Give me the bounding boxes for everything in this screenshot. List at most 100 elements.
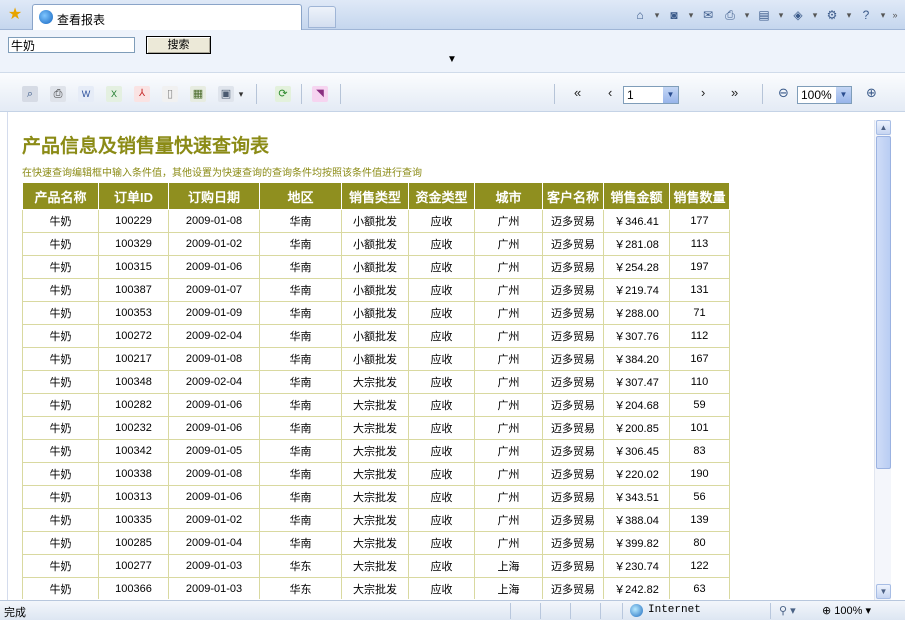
rss-icon[interactable]: ◥ bbox=[312, 86, 328, 102]
column-header[interactable]: 产品名称 bbox=[22, 182, 99, 210]
collapse-arrow-icon[interactable]: ▼ bbox=[447, 55, 457, 65]
table-row: 牛奶 100387 2009-01-07 华南 小额批发 应收 广州 迈多贸易 ￥219.74 1… bbox=[22, 278, 730, 302]
first-page-button[interactable]: « bbox=[574, 85, 581, 101]
export-word-icon[interactable]: W bbox=[78, 86, 94, 102]
scroll-up-icon[interactable]: ▲ bbox=[876, 120, 891, 135]
table-cell: 100277 bbox=[98, 554, 169, 578]
table-cell: ￥204.68 bbox=[603, 393, 670, 417]
security-zone: Internet bbox=[648, 604, 701, 616]
table-cell: 190 bbox=[669, 462, 730, 486]
status-zoom-level[interactable]: ⊕ 100% ▾ bbox=[822, 604, 871, 617]
print-dropdown-icon[interactable]: ▾ bbox=[743, 10, 751, 21]
zoom-out-icon[interactable]: ⊖ bbox=[778, 85, 789, 101]
scroll-down-icon[interactable]: ▼ bbox=[876, 584, 891, 599]
table-cell: 应收 bbox=[408, 577, 475, 599]
tools-dropdown-icon[interactable]: ▾ bbox=[845, 10, 853, 21]
print-report-icon[interactable]: ⎙ bbox=[50, 86, 66, 102]
table-cell: 101 bbox=[669, 416, 730, 440]
column-header[interactable]: 地区 bbox=[259, 182, 342, 210]
vertical-scrollbar[interactable]: ▲ ▼ bbox=[874, 120, 891, 600]
export-menu-icon[interactable]: ▣ bbox=[218, 86, 234, 102]
column-header[interactable]: 销售类型 bbox=[341, 182, 409, 210]
scroll-thumb[interactable] bbox=[876, 136, 891, 469]
table-cell: 广州 bbox=[474, 347, 543, 371]
prev-page-button[interactable]: ‹ bbox=[608, 85, 612, 101]
table-row: 牛奶 100338 2009-01-08 华南 大宗批发 应收 广州 迈多贸易 ￥220.02 1… bbox=[22, 462, 730, 486]
search-button[interactable]: 搜索 bbox=[146, 36, 211, 54]
page-number-select[interactable]: 1 ▼ bbox=[623, 86, 679, 104]
safety-icon[interactable]: ◈ bbox=[789, 7, 807, 23]
next-page-button[interactable]: › bbox=[701, 85, 705, 101]
table-cell: 大宗批发 bbox=[341, 370, 409, 394]
ie-logo-icon bbox=[39, 10, 53, 24]
help-dropdown-icon[interactable]: ▾ bbox=[879, 10, 887, 21]
command-bar: ⌂ ▾ ◙ ▾ ✉ ⎙ ▾ ▤ ▾ ◈ ▾ ⚙ ▾ ? ▾ » bbox=[631, 6, 899, 24]
table-cell: 应收 bbox=[408, 232, 475, 256]
chevron-down-icon[interactable]: ▼ bbox=[663, 87, 678, 103]
table-cell: 2009-01-09 bbox=[168, 301, 260, 325]
report-toolbar: ⌕ ⎙ W X ⅄ ▯ ▦ ▣ ▾ ⟳ ◥ « ‹ 1 ▼ › » ⊖ 100%… bbox=[0, 72, 905, 112]
help-icon[interactable]: ? bbox=[857, 7, 875, 23]
zoom-select[interactable]: 100% ▼ bbox=[797, 86, 852, 104]
export-dropdown-icon[interactable]: ▾ bbox=[236, 86, 246, 102]
column-header[interactable]: 资金类型 bbox=[408, 182, 475, 210]
table-cell: 广州 bbox=[474, 301, 543, 325]
zoom-in-icon[interactable]: ⊕ bbox=[866, 85, 877, 101]
home-icon[interactable]: ⌂ bbox=[631, 7, 649, 23]
table-cell: 华南 bbox=[259, 209, 342, 233]
table-cell: 华南 bbox=[259, 324, 342, 348]
report-title: 产品信息及销售量快速查询表 bbox=[22, 135, 270, 157]
column-header[interactable]: 销售数量 bbox=[669, 182, 730, 210]
table-cell: 2009-01-05 bbox=[168, 439, 260, 463]
column-header[interactable]: 订单ID bbox=[98, 182, 169, 210]
table-cell: 122 bbox=[669, 554, 730, 578]
home-dropdown-icon[interactable]: ▾ bbox=[653, 10, 661, 21]
table-cell: 2009-01-03 bbox=[168, 554, 260, 578]
table-cell: 63 bbox=[669, 577, 730, 599]
table-cell: ￥200.85 bbox=[603, 416, 670, 440]
table-cell: 59 bbox=[669, 393, 730, 417]
safety-dropdown-icon[interactable]: ▾ bbox=[811, 10, 819, 21]
table-cell: 139 bbox=[669, 508, 730, 532]
refresh-icon[interactable]: ⟳ bbox=[275, 86, 291, 102]
column-header[interactable]: 销售金额 bbox=[603, 182, 670, 210]
table-cell: 牛奶 bbox=[22, 255, 99, 279]
table-cell: 牛奶 bbox=[22, 393, 99, 417]
table-cell: 迈多贸易 bbox=[542, 255, 604, 279]
last-page-button[interactable]: » bbox=[731, 85, 738, 101]
column-header[interactable]: 城市 bbox=[474, 182, 543, 210]
table-row: 牛奶 100229 2009-01-08 华南 小额批发 应收 广州 迈多贸易 ￥346.41 1… bbox=[22, 209, 730, 233]
table-cell: ￥306.45 bbox=[603, 439, 670, 463]
feeds-icon[interactable]: ◙ bbox=[665, 7, 683, 23]
column-header[interactable]: 订购日期 bbox=[168, 182, 260, 210]
overflow-chevron-icon[interactable]: » bbox=[891, 10, 899, 20]
table-cell: 小额批发 bbox=[341, 278, 409, 302]
new-tab-button[interactable] bbox=[308, 6, 336, 28]
table-cell: 迈多贸易 bbox=[542, 278, 604, 302]
export-excel-icon[interactable]: X bbox=[106, 86, 122, 102]
table-row: 牛奶 100348 2009-02-04 华南 大宗批发 应收 广州 迈多贸易 ￥307.47 1… bbox=[22, 370, 730, 394]
chevron-down-icon[interactable]: ▼ bbox=[836, 87, 851, 103]
table-cell: 广州 bbox=[474, 462, 543, 486]
favorites-star-icon[interactable]: ★ bbox=[6, 6, 24, 24]
table-cell: 2009-01-08 bbox=[168, 209, 260, 233]
zoom-value: 100% bbox=[801, 88, 832, 102]
table-cell: 华南 bbox=[259, 232, 342, 256]
tools-icon[interactable]: ⚙ bbox=[823, 7, 841, 23]
export-image-icon[interactable]: ▦ bbox=[190, 86, 206, 102]
export-text-icon[interactable]: ▯ bbox=[162, 86, 178, 102]
print-icon[interactable]: ⎙ bbox=[721, 7, 739, 23]
page-icon[interactable]: ▤ bbox=[755, 7, 773, 23]
feeds-dropdown-icon[interactable]: ▾ bbox=[687, 10, 695, 21]
page-dropdown-icon[interactable]: ▾ bbox=[777, 10, 785, 21]
tab-view-report[interactable]: 查看报表 bbox=[32, 4, 302, 30]
quick-query-input[interactable] bbox=[8, 37, 135, 53]
table-cell: ￥220.02 bbox=[603, 462, 670, 486]
table-row: 牛奶 100353 2009-01-09 华南 小额批发 应收 广州 迈多贸易 ￥288.00 7… bbox=[22, 301, 730, 325]
read-mail-icon[interactable]: ✉ bbox=[699, 7, 717, 23]
protected-mode-icon[interactable]: ⚲ ▾ bbox=[779, 604, 796, 617]
export-pdf-icon[interactable]: ⅄ bbox=[134, 86, 150, 102]
report-subtitle: 在快速查询编辑框中输入条件值，其他设置为快速查询的查询条件均按照该条件值进行查询 bbox=[22, 168, 422, 179]
column-header[interactable]: 客户名称 bbox=[542, 182, 604, 210]
search-report-icon[interactable]: ⌕ bbox=[22, 86, 38, 102]
